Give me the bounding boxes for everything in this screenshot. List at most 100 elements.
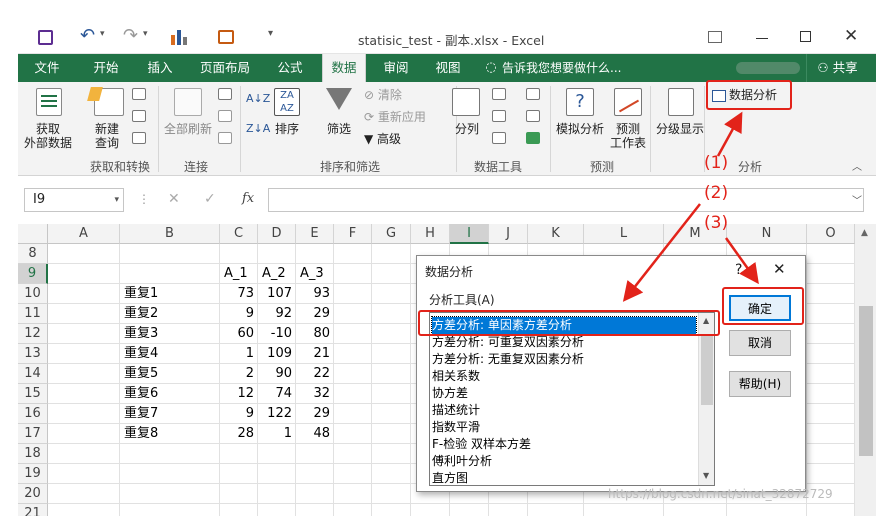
data-cell[interactable]: 重复5	[120, 364, 220, 384]
chart-icon[interactable]	[171, 30, 187, 45]
column-header-E[interactable]: E	[296, 224, 334, 244]
share-button[interactable]: ⚇ 共享	[806, 54, 868, 82]
column-header-J[interactable]: J	[489, 224, 528, 244]
ribbon-display-icon[interactable]	[708, 31, 722, 43]
tab-review[interactable]: 审阅	[374, 54, 418, 82]
cancel-button[interactable]: 取消	[729, 330, 791, 356]
tell-me-search[interactable]: 告诉我您想要做什么...	[502, 54, 628, 82]
row-header-11[interactable]: 11	[18, 304, 48, 324]
remove-duplicates-icon[interactable]	[492, 110, 506, 122]
column-header-B[interactable]: B	[120, 224, 220, 244]
column-header-L[interactable]: L	[584, 224, 664, 244]
scroll-up-icon[interactable]: ▲	[861, 228, 868, 238]
data-cell[interactable]: 12	[220, 384, 258, 404]
name-box[interactable]: I9 ▾	[24, 188, 124, 212]
formula-input[interactable]	[268, 188, 864, 212]
scroll-thumb[interactable]	[859, 306, 873, 456]
tool-item[interactable]: 指数平滑	[432, 419, 480, 436]
sort-button[interactable]: 排序	[270, 122, 304, 136]
sort-za-icon[interactable]: Z↓A	[246, 122, 270, 136]
tool-item[interactable]: 相关系数	[432, 368, 480, 385]
row-header-17[interactable]: 17	[18, 424, 48, 444]
refresh-all-button[interactable]: 全部刷新	[162, 122, 214, 136]
data-cell[interactable]: 32	[296, 384, 334, 404]
list-scroll-down-icon[interactable]: ▼	[703, 471, 709, 480]
data-cell[interactable]: 重复8	[120, 424, 220, 444]
row-header-21[interactable]: 21	[18, 504, 48, 516]
redo-icon[interactable]: ↷	[123, 25, 138, 46]
data-cell[interactable]: 重复1	[120, 284, 220, 304]
get-external-data-button[interactable]: 获取 外部数据	[20, 122, 76, 150]
recent-sources-icon[interactable]	[132, 132, 146, 144]
data-cell[interactable]: 2	[220, 364, 258, 384]
tool-item[interactable]: 直方图	[432, 470, 468, 485]
data-cell[interactable]: 92	[258, 304, 296, 324]
row-header-16[interactable]: 16	[18, 404, 48, 424]
connections-icon[interactable]	[218, 88, 232, 100]
row-header-9[interactable]: 9	[18, 264, 48, 284]
dialog-close-icon[interactable]: ✕	[773, 260, 786, 278]
data-cell[interactable]: -10	[258, 324, 296, 344]
data-cell[interactable]: 重复7	[120, 404, 220, 424]
data-cell[interactable]: 93	[296, 284, 334, 304]
data-cell[interactable]: 9	[220, 304, 258, 324]
data-cell[interactable]: 73	[220, 284, 258, 304]
column-header-A[interactable]: A	[48, 224, 120, 244]
outline-button[interactable]: 分级显示	[652, 122, 708, 136]
flash-fill-icon[interactable]	[492, 88, 506, 100]
data-cell[interactable]: 90	[258, 364, 296, 384]
tab-home[interactable]: 开始	[84, 54, 128, 82]
column-header-N[interactable]: N	[727, 224, 807, 244]
data-cell[interactable]: 29	[296, 404, 334, 424]
data-cell[interactable]: 重复6	[120, 384, 220, 404]
cancel-entry-icon[interactable]: ✕	[168, 191, 180, 207]
text-to-columns-button[interactable]: 分列	[448, 122, 486, 136]
tab-formulas[interactable]: 公式	[270, 54, 310, 82]
from-table-icon[interactable]	[132, 110, 146, 122]
data-cell[interactable]: 1	[220, 344, 258, 364]
format-painter-icon[interactable]	[218, 30, 234, 44]
row-header-18[interactable]: 18	[18, 444, 48, 464]
data-cell[interactable]: 重复4	[120, 344, 220, 364]
data-cell[interactable]: 22	[296, 364, 334, 384]
advanced-filter-button[interactable]: ▼ 高级	[364, 132, 401, 146]
row-header-10[interactable]: 10	[18, 284, 48, 304]
row-header-19[interactable]: 19	[18, 464, 48, 484]
redo-dropdown-icon[interactable]: ▾	[143, 29, 148, 39]
data-cell[interactable]: 21	[296, 344, 334, 364]
data-model-icon[interactable]	[526, 132, 540, 144]
undo-dropdown-icon[interactable]: ▾	[100, 29, 105, 39]
row-header-14[interactable]: 14	[18, 364, 48, 384]
select-all-corner[interactable]	[18, 224, 48, 244]
expand-formula-icon[interactable]: ﹀	[852, 192, 862, 207]
data-cell[interactable]: 107	[258, 284, 296, 304]
tab-insert[interactable]: 插入	[138, 54, 182, 82]
reapply-button[interactable]: ⟳ 重新应用	[364, 110, 426, 124]
column-header-I[interactable]: I	[450, 224, 489, 244]
tab-file[interactable]: 文件	[18, 54, 76, 82]
forecast-sheet-button[interactable]: 预测 工作表	[608, 122, 648, 150]
data-cell[interactable]: 1	[258, 424, 296, 444]
data-cell[interactable]: 9	[220, 404, 258, 424]
clear-button[interactable]: ⊘ 清除	[364, 88, 402, 102]
sort-az-icon[interactable]: A↓Z	[246, 92, 270, 106]
help-button[interactable]: 帮助(H)	[729, 371, 791, 397]
collapse-ribbon-icon[interactable]: ︿	[852, 158, 862, 173]
dialog-help-icon[interactable]: ?	[735, 262, 742, 278]
tool-item[interactable]: F-检验 双样本方差	[432, 436, 531, 453]
column-header-O[interactable]: O	[807, 224, 855, 244]
tab-data[interactable]: 数据	[322, 54, 366, 82]
column-header-D[interactable]: D	[258, 224, 296, 244]
column-header-G[interactable]: G	[372, 224, 411, 244]
data-cell[interactable]: 109	[258, 344, 296, 364]
undo-icon[interactable]: ↶	[80, 25, 95, 46]
header-cell[interactable]: A_3	[296, 264, 334, 284]
consolidate-icon[interactable]	[526, 88, 540, 100]
tool-item[interactable]: 方差分析: 可重复双因素分析	[432, 334, 584, 351]
tool-item[interactable]: 协方差	[432, 385, 468, 402]
tool-item[interactable]: 描述统计	[432, 402, 480, 419]
what-if-analysis-button[interactable]: 模拟分析	[552, 122, 608, 136]
row-header-8[interactable]: 8	[18, 244, 48, 264]
relationships-icon[interactable]	[526, 110, 540, 122]
tab-page-layout[interactable]: 页面布局	[194, 54, 256, 82]
